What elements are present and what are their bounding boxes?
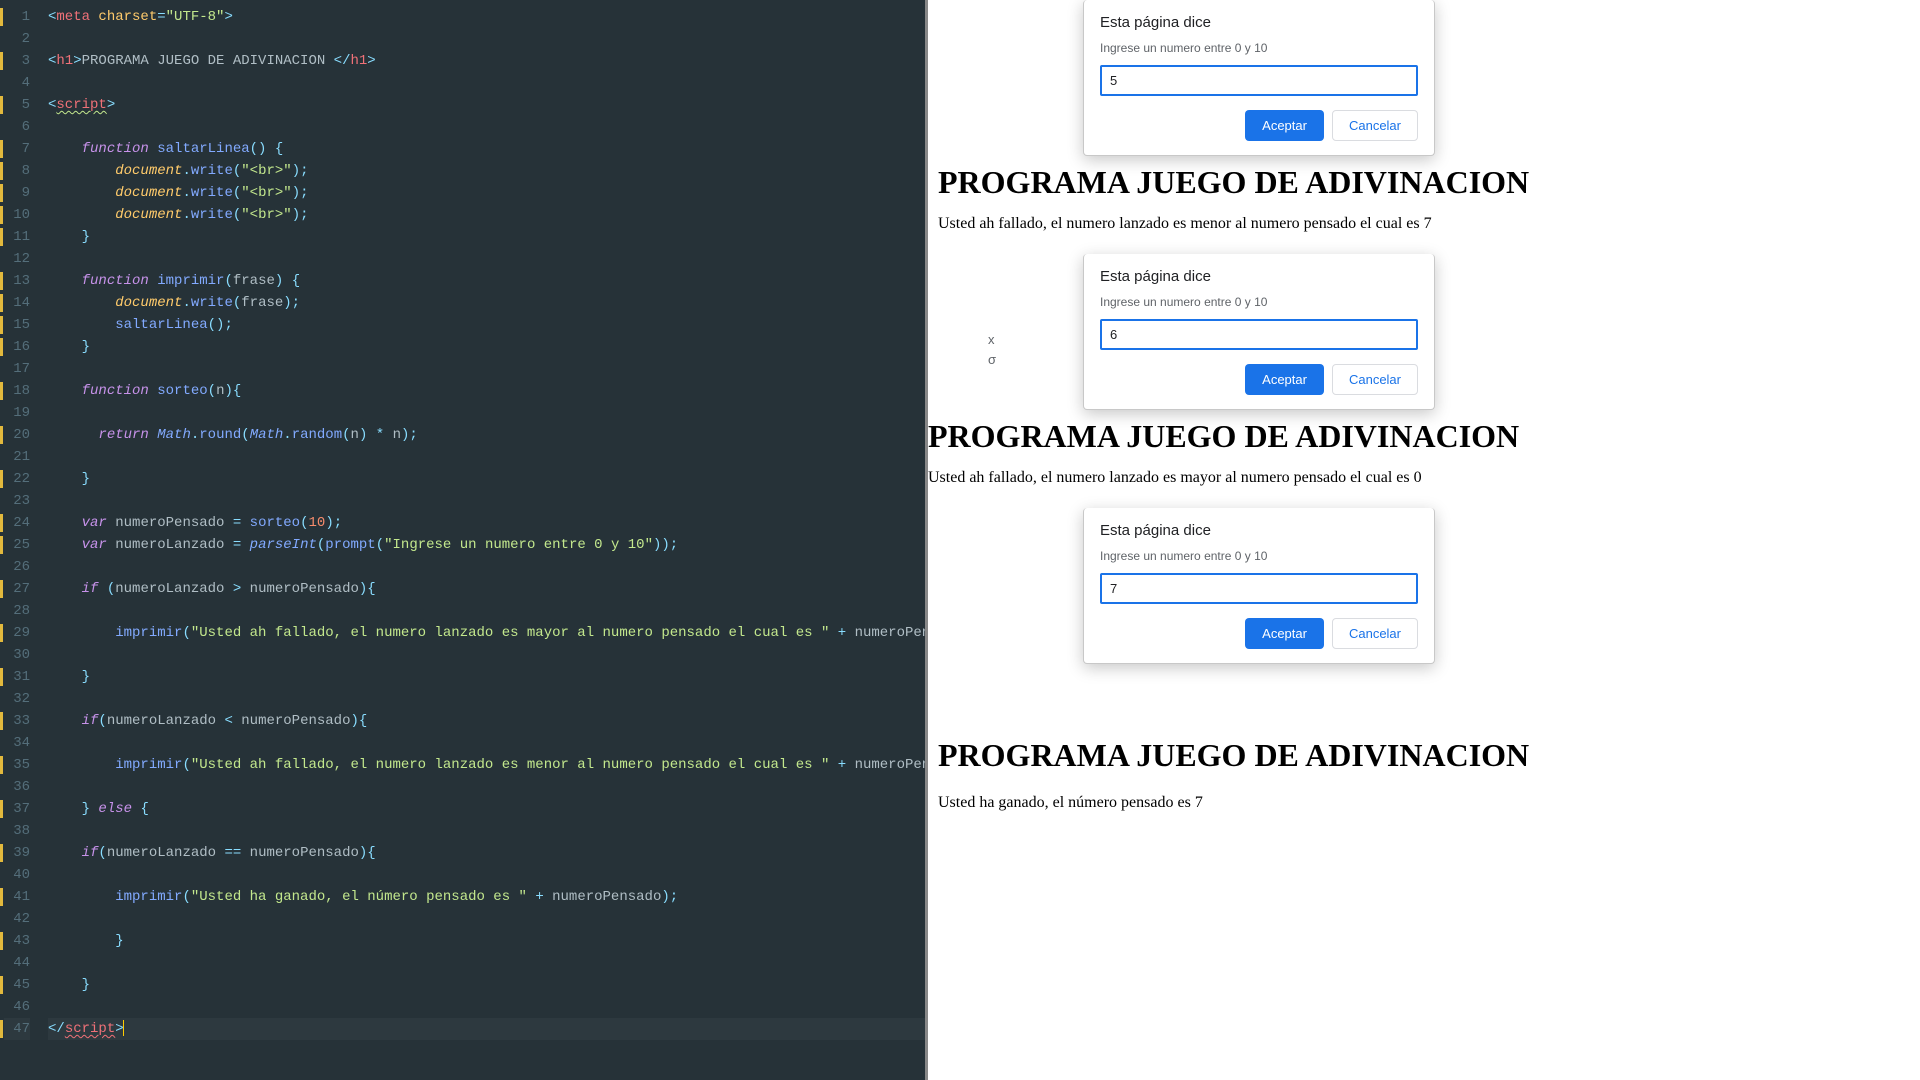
dialog-title: Esta página dice <box>1100 268 1418 285</box>
cancel-button[interactable]: Cancelar <box>1332 364 1418 395</box>
result-text-menor: Usted ah fallado, el numero lanzado es m… <box>938 215 1920 233</box>
browser-preview-pane: Esta página dice Ingrese un numero entre… <box>925 0 1920 1080</box>
code-editor[interactable]: 1234567891011121314151617181920212223242… <box>0 0 925 1080</box>
dialog-input-3[interactable] <box>1100 573 1418 604</box>
dialog-title: Esta página dice <box>1100 522 1418 539</box>
page-title: PROGRAMA JUEGO DE ADIVINACION <box>938 737 1920 774</box>
dialog-message: Ingrese un numero entre 0 y 10 <box>1100 549 1418 563</box>
dialog-input-1[interactable] <box>1100 65 1418 96</box>
line-number-gutter: 1234567891011121314151617181920212223242… <box>0 0 40 1080</box>
preview-section-3: PROGRAMA JUEGO DE ADIVINACION Usted ah f… <box>928 418 1920 693</box>
prompt-dialog-3: Esta página dice Ingrese un numero entre… <box>1083 508 1435 664</box>
prompt-dialog-2: Esta página dice Ingrese un numero entre… <box>1083 254 1435 410</box>
cancel-button[interactable]: Cancelar <box>1332 618 1418 649</box>
code-content[interactable]: <meta charset="UTF-8"><h1>PROGRAMA JUEGO… <box>40 0 925 1080</box>
preview-section-2: PROGRAMA JUEGO DE ADIVINACION Usted ah f… <box>928 164 1920 404</box>
prompt-dialog-1: Esta página dice Ingrese un numero entre… <box>1083 0 1435 156</box>
dialog-message: Ingrese un numero entre 0 y 10 <box>1100 41 1418 55</box>
page-title: PROGRAMA JUEGO DE ADIVINACION <box>938 164 1920 201</box>
cancel-button[interactable]: Cancelar <box>1332 110 1418 141</box>
dialog-title: Esta página dice <box>1100 14 1418 31</box>
accept-button[interactable]: Aceptar <box>1245 618 1324 649</box>
result-text-mayor: Usted ah fallado, el numero lanzado es m… <box>928 469 1920 487</box>
page-title: PROGRAMA JUEGO DE ADIVINACION <box>928 418 1920 455</box>
dialog-message: Ingrese un numero entre 0 y 10 <box>1100 295 1418 309</box>
accept-button[interactable]: Aceptar <box>1245 110 1324 141</box>
preview-section-1: Esta página dice Ingrese un numero entre… <box>928 0 1920 150</box>
result-text-ganado: Usted ha ganado, el número pensado es 7 <box>938 794 1920 812</box>
accept-button[interactable]: Aceptar <box>1245 364 1324 395</box>
stray-text: x σ <box>988 330 996 370</box>
preview-section-4: PROGRAMA JUEGO DE ADIVINACION Usted ha g… <box>928 693 1920 893</box>
dialog-input-2[interactable] <box>1100 319 1418 350</box>
